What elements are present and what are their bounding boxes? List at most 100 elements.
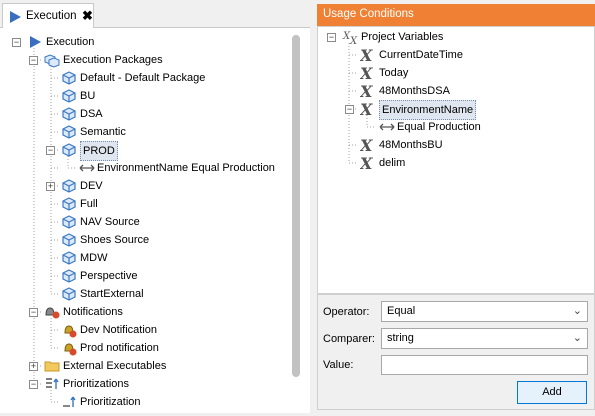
- package-icon: [61, 70, 77, 86]
- notifications-icon: [44, 304, 60, 320]
- package-icon: [61, 250, 77, 266]
- variable-x-icon: X: [359, 100, 378, 119]
- variable-x-icon: X: [359, 82, 378, 101]
- package-icon: [61, 286, 77, 302]
- tree-item-semantic[interactable]: Semantic: [0, 123, 288, 141]
- package-icon: [61, 196, 77, 212]
- usage-item-today[interactable]: X Today: [318, 64, 593, 83]
- tree-item-label: BU: [80, 90, 96, 102]
- tree-item-mdw[interactable]: MDW: [0, 249, 288, 267]
- add-button[interactable]: Add: [517, 381, 587, 404]
- prioritizations-icon: [44, 376, 60, 392]
- tree-item-external-executables[interactable]: + External Executables: [0, 357, 288, 375]
- tree-item-label: Execution: [46, 36, 95, 48]
- variable-x-icon: X: [359, 154, 378, 173]
- collapse-toggle-icon[interactable]: −: [29, 308, 38, 317]
- usage-item-equal-production[interactable]: Equal Production: [318, 118, 593, 136]
- operator-select[interactable]: Equal ⌄: [381, 301, 588, 322]
- tree-item-label: PROD: [80, 141, 118, 161]
- usage-item-project-variables[interactable]: − X X Project Variables: [318, 28, 593, 47]
- svg-text:X: X: [349, 36, 358, 45]
- tree-item-execution[interactable]: − Execution: [0, 33, 288, 51]
- tree-item-dsa[interactable]: DSA: [0, 105, 288, 123]
- tree-item-perspective[interactable]: Perspective: [0, 267, 288, 285]
- collapse-toggle-icon[interactable]: −: [29, 56, 38, 65]
- tree-item-label: EnvironmentName Equal Production: [97, 162, 275, 174]
- collapse-toggle-icon[interactable]: −: [327, 33, 336, 42]
- tree-item-prod-notification[interactable]: Prod notification: [0, 339, 288, 357]
- svg-text:X: X: [360, 83, 373, 99]
- tree-item-label: Default - Default Package: [80, 72, 206, 84]
- variable-x-icon: X: [359, 46, 378, 65]
- package-icon: [61, 124, 77, 140]
- chevron-down-icon: ⌄: [572, 305, 582, 317]
- package-icon: [61, 88, 77, 104]
- usage-item-label: Today: [379, 67, 409, 79]
- tab-execution-label: Execution: [26, 10, 77, 22]
- usage-item-48monthsbu[interactable]: X 48MonthsBU: [318, 136, 593, 155]
- tree-item-default-default-package[interactable]: Default - Default Package: [0, 69, 288, 87]
- package-icon: [61, 214, 77, 230]
- tree-item-label: StartExternal: [80, 288, 144, 300]
- close-tab-icon[interactable]: ✖: [82, 8, 93, 24]
- condition-arrow-icon: [378, 119, 396, 135]
- tree-item-environmentname-equal-production[interactable]: EnvironmentName Equal Production: [0, 159, 288, 177]
- usage-item-currentdatetime[interactable]: X CurrentDateTime: [318, 46, 593, 65]
- comparer-select[interactable]: string ⌄: [381, 328, 588, 349]
- tree-item-shoes-source[interactable]: Shoes Source: [0, 231, 288, 249]
- svg-text:X: X: [360, 65, 373, 81]
- tree-item-dev-notification[interactable]: Dev Notification: [0, 321, 288, 339]
- tree-item-notifications[interactable]: − Notifications: [0, 303, 288, 321]
- tree-item-label: NAV Source: [80, 216, 140, 228]
- tree-item-prioritizations[interactable]: − Prioritizations: [0, 375, 288, 393]
- collapse-toggle-icon[interactable]: −: [46, 146, 55, 155]
- collapse-toggle-icon[interactable]: −: [12, 38, 21, 47]
- value-input[interactable]: [381, 355, 588, 375]
- tree-item-label: Prioritization: [80, 396, 141, 408]
- condition-arrow-icon: [78, 160, 95, 176]
- usage-item-label: Equal Production: [397, 121, 481, 133]
- comparer-value: string: [387, 332, 414, 344]
- tree-item-execution-packages[interactable]: − Execution Packages: [0, 51, 288, 69]
- expand-toggle-icon[interactable]: +: [29, 362, 38, 371]
- tree-item-label: Prod notification: [80, 342, 159, 354]
- tree-item-label: Semantic: [80, 126, 126, 138]
- operator-label: Operator:: [323, 306, 370, 318]
- package-icon: [61, 268, 77, 284]
- execution-play-icon: [27, 34, 43, 50]
- usage-item-label: 48MonthsBU: [379, 139, 443, 151]
- tree-item-full[interactable]: Full: [0, 195, 288, 213]
- tree-item-prioritization[interactable]: Prioritization: [0, 393, 288, 411]
- comparer-label: Comparer:: [323, 333, 375, 345]
- tree-item-label: Execution Packages: [63, 54, 163, 66]
- package-icon: [61, 232, 77, 248]
- tree-item-prod[interactable]: − PROD: [0, 141, 288, 161]
- operator-value: Equal: [387, 305, 416, 317]
- value-label: Value:: [323, 359, 354, 371]
- variables-icon: XX: [342, 29, 360, 47]
- tree-item-dev[interactable]: + DEV: [0, 177, 288, 195]
- usage-item-label: 48MonthsDSA: [379, 85, 450, 97]
- tree-item-label: Dev Notification: [80, 324, 158, 336]
- tab-execution[interactable]: Execution ✖: [2, 3, 94, 28]
- variable-x-icon: X: [359, 64, 378, 83]
- package-icon: [61, 106, 77, 122]
- notification-bell-icon: [61, 340, 77, 356]
- svg-text:X: X: [360, 101, 373, 117]
- usage-item-environmentname[interactable]: − X EnvironmentName: [318, 100, 593, 120]
- tree-item-startexternal[interactable]: StartExternal: [0, 285, 288, 303]
- usage-item-delim[interactable]: Xdelim: [318, 154, 593, 173]
- collapse-toggle-icon[interactable]: −: [345, 105, 354, 114]
- collapse-toggle-icon[interactable]: −: [29, 380, 38, 389]
- package-icon: [61, 142, 77, 158]
- variable-x-icon: X: [359, 136, 378, 155]
- vertical-scrollbar[interactable]: [289, 33, 303, 409]
- usage-item-48monthsdsa[interactable]: X 48MonthsDSA: [318, 82, 593, 101]
- tree-item-bu[interactable]: BU: [0, 87, 288, 105]
- tree-item-label: Prioritizations: [63, 378, 130, 390]
- tree-item-nav-source[interactable]: NAV Source: [0, 213, 288, 231]
- notification-bell-icon: [61, 322, 77, 338]
- chevron-down-icon: ⌄: [572, 332, 582, 344]
- scrollbar-thumb[interactable]: [292, 35, 300, 377]
- expand-toggle-icon[interactable]: +: [46, 182, 55, 191]
